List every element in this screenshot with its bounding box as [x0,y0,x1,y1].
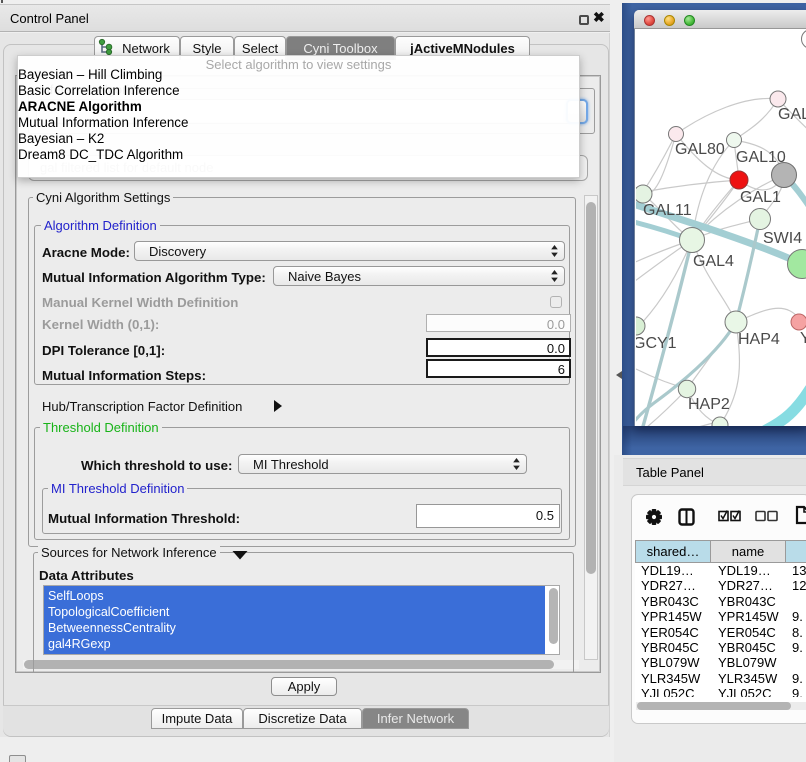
svg-text:GAL10: GAL10 [736,149,786,166]
svg-text:Y: Y [800,330,806,347]
svg-text:GAL: GAL [778,106,806,123]
svg-text:SWI4: SWI4 [763,230,802,247]
svg-text:GAL11: GAL11 [643,202,692,219]
svg-text:GAL4: GAL4 [693,253,734,270]
svg-text:HAP2: HAP2 [688,396,730,413]
svg-text:GAL80: GAL80 [675,141,725,158]
svg-text:GCY1: GCY1 [636,335,677,352]
svg-text:HAP4: HAP4 [738,331,780,348]
svg-text:GAL1: GAL1 [740,189,781,206]
